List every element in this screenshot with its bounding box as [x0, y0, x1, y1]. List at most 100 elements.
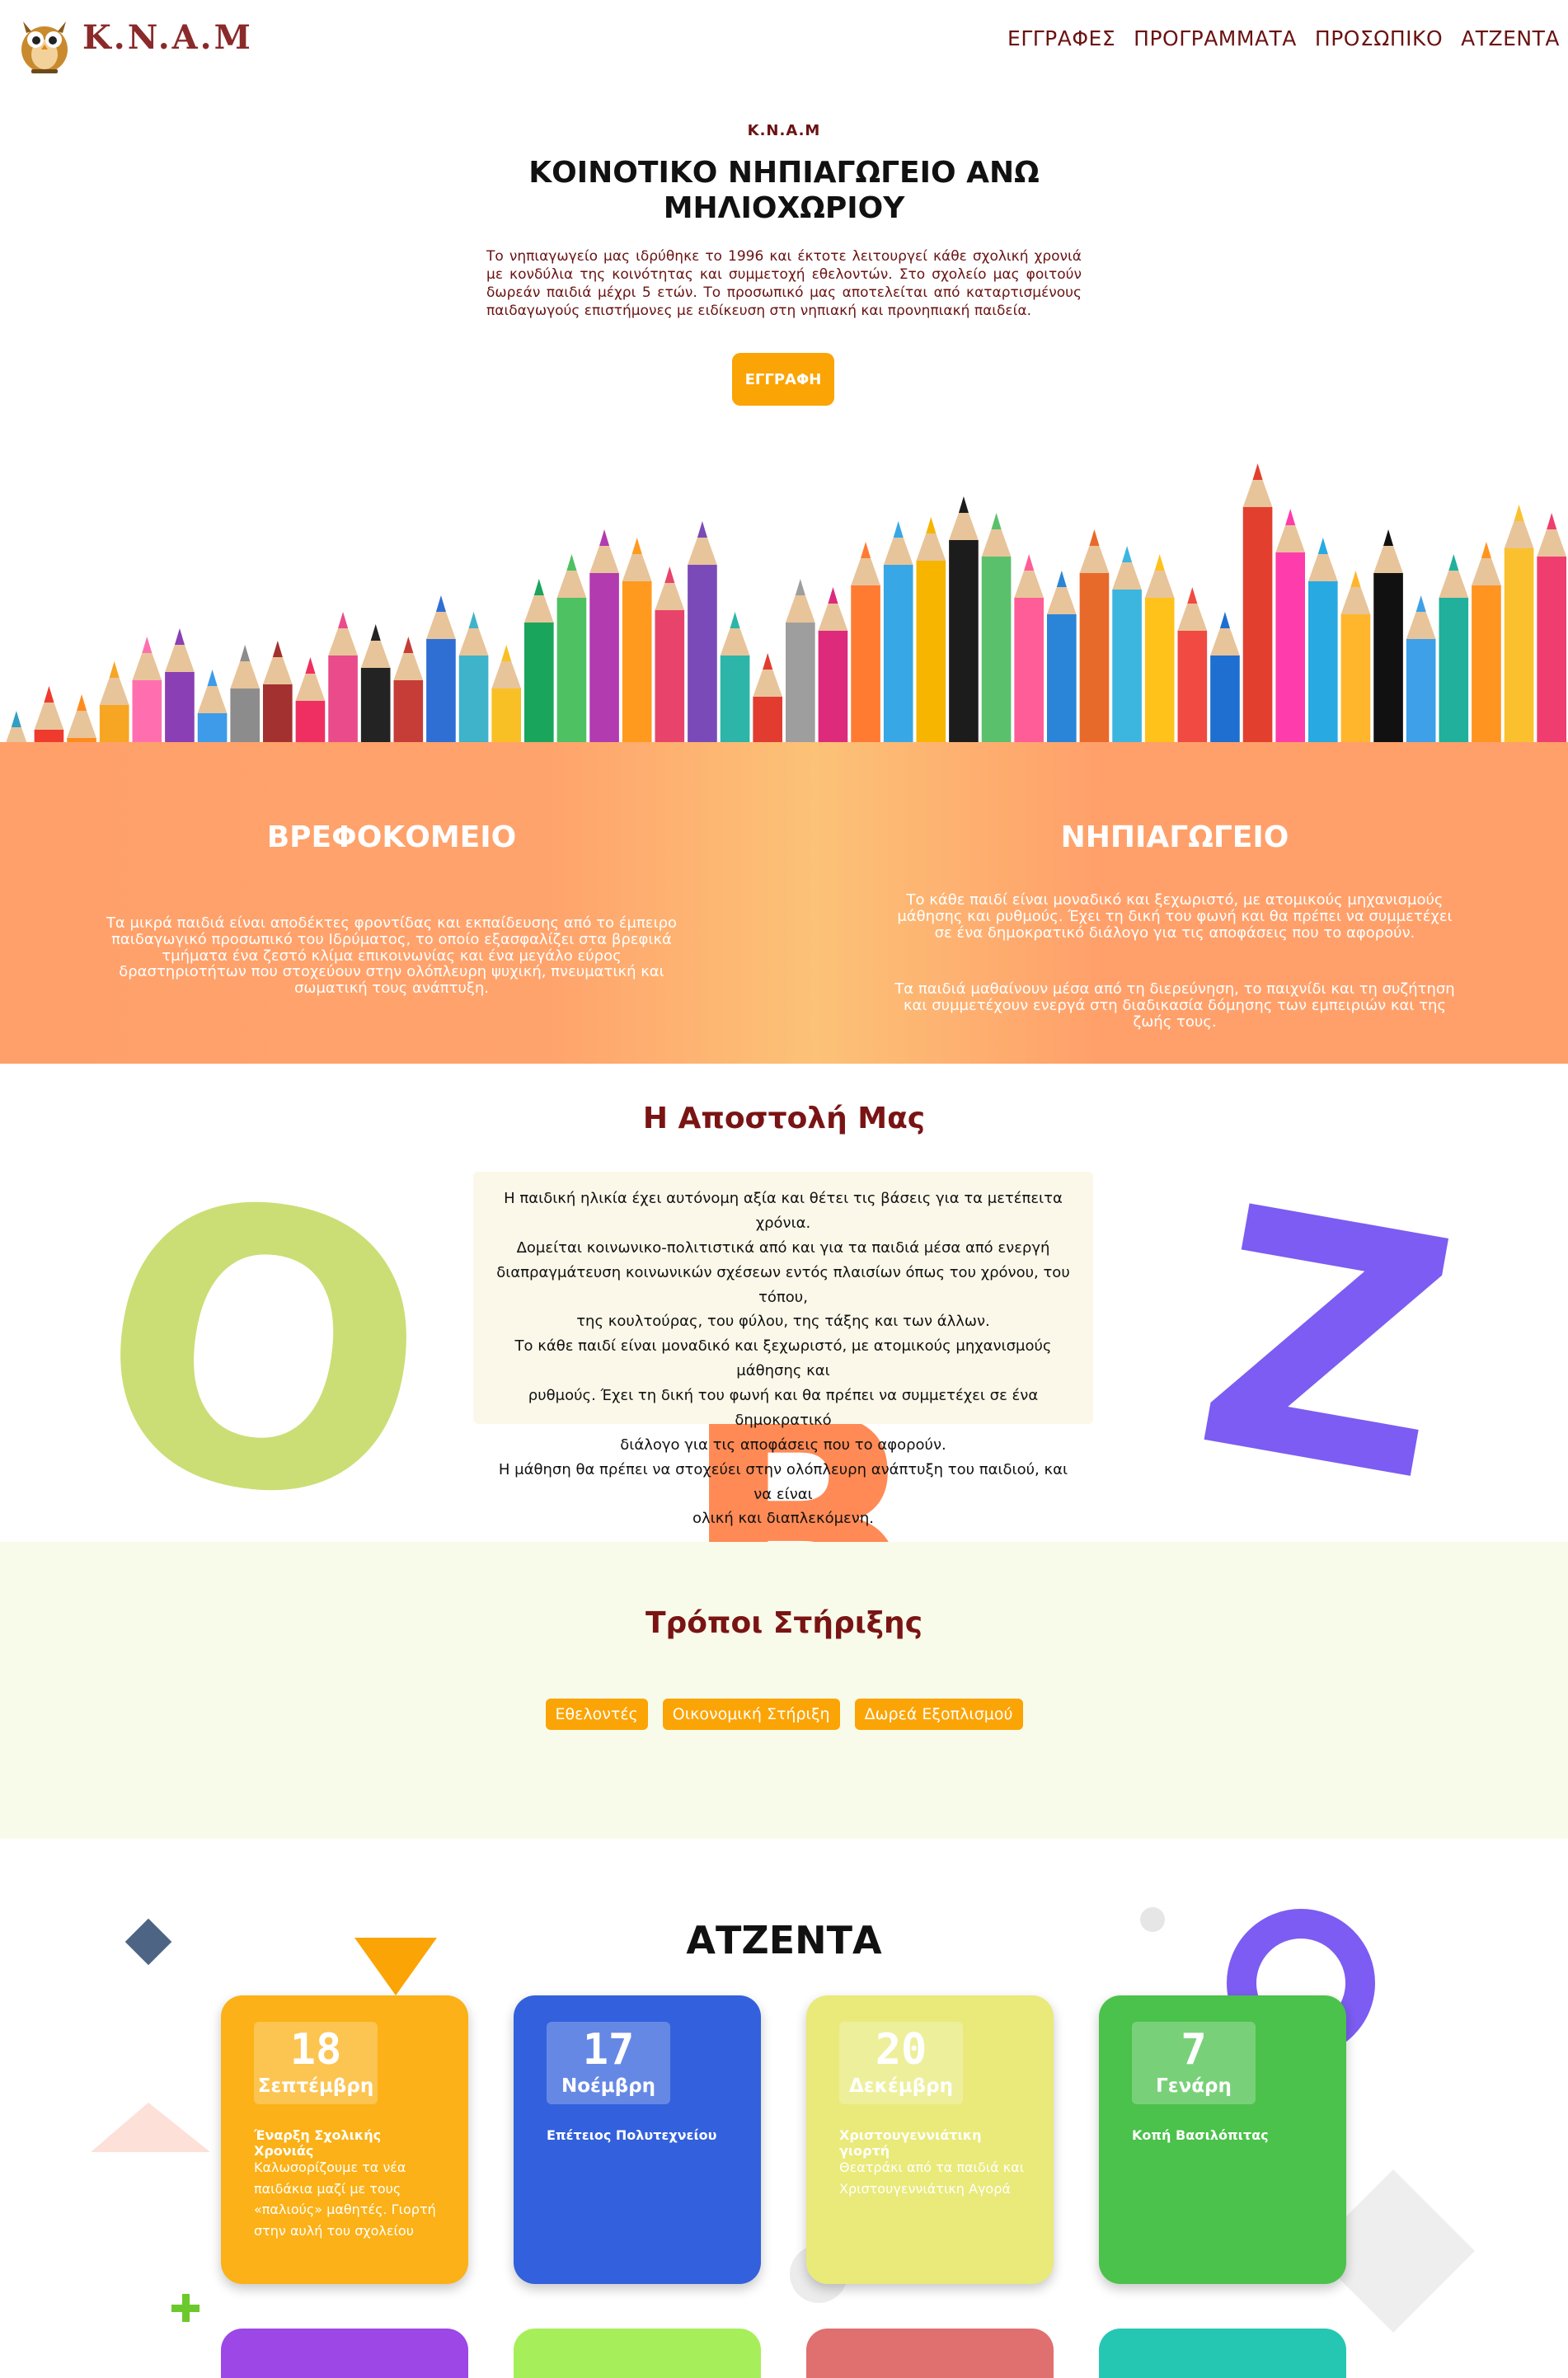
pencil-shape [1504, 505, 1534, 742]
date-badge: 18 Σεπτέμβρη [254, 2022, 378, 2104]
mission-line: Η παιδική ηλικία έχει αυτόνομη αξία και … [504, 1190, 1063, 1232]
pencil-shape [916, 517, 946, 742]
equipment-donation-button[interactable]: Δωρεά Εξοπλισμού [854, 1699, 1023, 1730]
letter-o: O [115, 1179, 412, 1509]
financial-support-button[interactable]: Οικονομική Στήριξη [662, 1699, 840, 1730]
main-nav: ΕΓΓΡΑΦΕΣ ΠΡΟΓΡΑΜΜΑΤΑ ΠΡΟΣΩΠΙΚΟ ΑΤΖΕΝΤΑ [1007, 26, 1560, 50]
programs-band: ΒΡΕΦΟΚΟΜΕΙΟ Τα μικρά παιδιά είναι αποδέκ… [0, 742, 1568, 1064]
plus-shape-v [182, 2294, 190, 2322]
pencil-shape [458, 612, 489, 742]
pencil-shape [1406, 595, 1436, 742]
kindergarten-text-1: Το κάθε παιδί είναι μοναδικό και ξεχωρισ… [897, 891, 1453, 942]
pencil-shape [655, 566, 685, 742]
pencil-shape [360, 624, 391, 742]
event-day: 20 [875, 2025, 927, 2075]
pencil-shape [1373, 529, 1403, 742]
pencil-shape [132, 637, 162, 742]
pencil-shape [263, 641, 293, 742]
pencil-shape [393, 637, 424, 742]
mission-line: ρυθμούς. Έχει τη δική του φωνή και θα πρ… [528, 1387, 1039, 1429]
mission-line: Το κάθε παιδί είναι μοναδικό και ξεχωρισ… [514, 1337, 1052, 1380]
kindergarten-title: ΝΗΠΙΑΓΩΓΕΙΟ [1060, 820, 1289, 854]
nav-link-registrations[interactable]: ΕΓΓΡΑΦΕΣ [1007, 26, 1115, 50]
agenda-card-partial[interactable] [806, 2329, 1054, 2378]
support-section: Τρόποι Στήριξης Εθελοντές Οικονομική Στή… [0, 1542, 1568, 1839]
pencil-shape [165, 628, 195, 742]
pencil-shape [1537, 513, 1566, 742]
pencil-shape [524, 579, 554, 742]
logo-text[interactable]: K.N.A.M [82, 18, 253, 57]
pencil-shape [1177, 587, 1208, 742]
nav-link-programs[interactable]: ΠΡΟΓΡΑΜΜΑΤΑ [1134, 26, 1297, 50]
colored-pencils-image [6, 463, 1566, 742]
register-button[interactable]: ΕΓΓΡΑΦΗ [732, 353, 834, 406]
agenda-card-partial[interactable] [514, 2329, 761, 2378]
nav-link-agenda[interactable]: ΑΤΖΕΝΤΑ [1461, 26, 1560, 50]
pencil-shape [1472, 542, 1501, 742]
volunteers-button[interactable]: Εθελοντές [545, 1699, 648, 1730]
owl-logo-icon[interactable] [16, 12, 73, 74]
pencil-shape [883, 521, 913, 742]
event-description: Θεατράκι από τα παιδιά και Χριστουγεννιά… [839, 2159, 1025, 2197]
kindergarten-text-2: Τα παιδιά μαθαίνουν μέσα από τη διερεύνη… [894, 980, 1455, 1031]
support-title: Τρόποι Στήριξης [645, 1606, 923, 1640]
hero-description: Το νηπιαγωγείο μας ιδρύθηκε το 1996 και … [486, 248, 1082, 320]
event-description: Καλωσορίζουμε τα νέα παιδάκια μαζί με το… [254, 2159, 436, 2239]
mission-line: διαπραγμάτευση κοινωνικών σχέσεων εντός … [496, 1263, 1070, 1306]
pencil-shape [720, 612, 750, 742]
pencil-shape [426, 595, 456, 742]
agenda-card[interactable]: 20 Δεκέμβρη Χριστουγεννιάτικη γιορτή Θεα… [806, 1995, 1054, 2284]
event-title: Χριστουγεννιάτικη γιορτή [839, 2127, 982, 2159]
pencil-shape [99, 661, 129, 742]
mission-line: Δομείται κοινωνικο-πολιτιστικά από και γ… [516, 1238, 1050, 1257]
site-header: K.N.A.M ΕΓΓΡΑΦΕΣ ΠΡΟΓΡΑΜΜΑΤΑ ΠΡΟΣΩΠΙΚΟ Α… [0, 0, 1568, 82]
event-month: Γενάρη [1156, 2075, 1232, 2097]
nursery-text: Τα μικρά παιδιά είναι αποδέκτες φροντίδα… [106, 914, 678, 998]
pencil-shape [981, 513, 1012, 742]
pencil-shape [328, 612, 358, 742]
mission-line: της κουλτούρας, του φύλου, της τάξης και… [576, 1313, 990, 1331]
date-badge: 7 Γενάρη [1132, 2022, 1256, 2104]
agenda-card[interactable]: 17 Νοέμβρη Επέτειος Πολυτεχνείου [514, 1995, 761, 2284]
mission-title: Η Αποστολή Μας [642, 1102, 926, 1135]
pencil-shape [67, 694, 96, 742]
pencil-shape [1275, 509, 1305, 742]
agenda-title: ΑΤΖΕΝΤΑ [686, 1918, 882, 1962]
pale-triangle-shape [91, 2103, 210, 2152]
pencil-shape [34, 686, 64, 742]
event-day: 7 [1181, 2025, 1207, 2075]
pencil-shape [556, 554, 587, 742]
pencil-shape [1014, 554, 1044, 742]
event-month: Σεπτέμβρη [257, 2075, 374, 2097]
event-title: Επέτειος Πολυτεχνείου [547, 2127, 717, 2143]
agenda-card-partial[interactable] [221, 2329, 468, 2378]
pencil-shape [1112, 546, 1142, 742]
pencil-shape [230, 645, 260, 742]
event-day: 17 [582, 2025, 635, 2075]
pencil-shape [753, 653, 782, 742]
event-day: 18 [289, 2025, 342, 2075]
agenda-card[interactable]: 18 Σεπτέμβρη Έναρξη Σχολικής Χρονιάς Καλ… [221, 1995, 468, 2284]
hero-title: ΚΟΙΝΟΤΙΚΟ ΝΗΠΙΑΓΩΓΕΙΟ ΑΝΩ ΜΗΛΙΟΧΩΡΙΟΥ [528, 156, 1040, 226]
pencil-shape [622, 538, 652, 742]
date-badge: 17 Νοέμβρη [547, 2022, 670, 2104]
agenda-card-partial[interactable] [1099, 2329, 1346, 2378]
pencil-shape [1242, 463, 1273, 742]
hero-kicker: K.N.A.M [747, 122, 821, 139]
agenda-card[interactable]: 7 Γενάρη Κοπή Βασιλόπιτας [1099, 1995, 1346, 2284]
pencil-shape [688, 521, 717, 742]
pencil-shape [491, 645, 521, 742]
letter-z: Z [1187, 1196, 1467, 1492]
pencil-shape [949, 496, 979, 742]
pencil-shape [1340, 571, 1371, 742]
letter-o-decoration: O [115, 1179, 412, 1509]
nav-link-staff[interactable]: ΠΡΟΣΩΠΙΚΟ [1315, 26, 1443, 50]
pencil-shape [851, 542, 880, 742]
pencil-shape [818, 587, 848, 742]
pencil-shape [1079, 529, 1110, 742]
pencil-shape [1210, 612, 1240, 742]
event-month: Νοέμβρη [561, 2075, 656, 2097]
pencil-shape [589, 529, 619, 742]
event-title: Έναρξη Σχολικής Χρονιάς [254, 2127, 382, 2159]
mission-text-box: Η παιδική ηλικία έχει αυτόνομη αξία και … [473, 1172, 1093, 1527]
